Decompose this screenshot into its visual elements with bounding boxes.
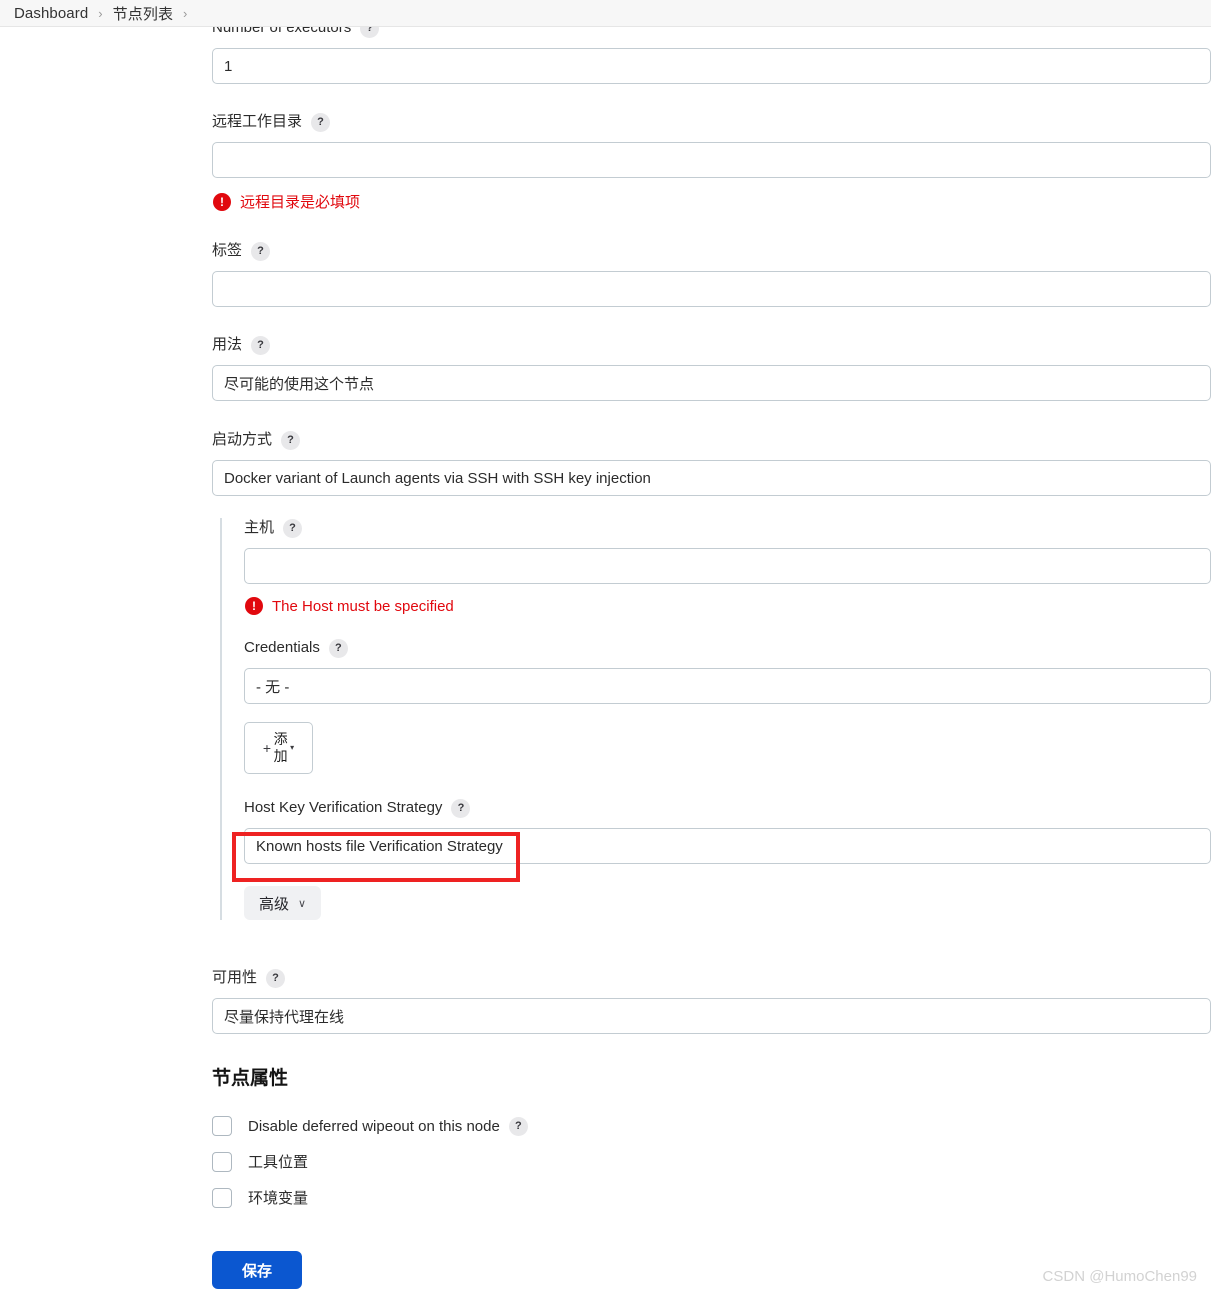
select-launch-method[interactable]: Docker variant of Launch agents via SSH …	[212, 460, 1211, 496]
advanced-label: 高级	[259, 895, 290, 913]
select-availability[interactable]: 尽量保持代理在线	[212, 998, 1211, 1034]
input-labels[interactable]	[212, 271, 1211, 307]
error-remote-root-directory: ! 远程目录是必填项	[212, 191, 1211, 212]
label-text: 可用性	[212, 969, 258, 986]
help-icon[interactable]: ?	[451, 798, 471, 818]
breadcrumb-item-dashboard[interactable]: Dashboard	[14, 5, 88, 22]
breadcrumb-item-nodes[interactable]: 节点列表	[113, 3, 173, 24]
help-icon[interactable]: ?	[251, 241, 271, 261]
breadcrumb: Dashboard › 节点列表 ›	[0, 0, 1211, 27]
plus-icon: +	[262, 740, 272, 756]
chevron-down-icon: ∨	[298, 897, 307, 910]
watermark: CSDN @HumoChen99	[1042, 1268, 1197, 1285]
label-credentials: Credentials ?	[244, 638, 1211, 658]
node-properties-title: 节点属性	[212, 1068, 289, 1089]
error-icon: !	[213, 192, 231, 211]
checkbox-row-disable-deferred-wipeout[interactable]: Disable deferred wipeout on this node ?	[212, 1116, 1211, 1136]
help-icon[interactable]: ?	[311, 112, 331, 132]
breadcrumb-separator-icon-2: ›	[183, 5, 188, 21]
label-labels: 标签 ?	[212, 241, 1211, 261]
form-actions: 保存	[212, 1251, 302, 1289]
label-host: 主机 ?	[244, 518, 1211, 538]
error-icon: !	[245, 597, 263, 615]
node-properties-section: 节点属性 Disable deferred wipeout on this no…	[212, 1063, 1211, 1208]
save-button[interactable]: 保存	[212, 1251, 302, 1289]
checkbox-row-tool-locations[interactable]: 工具位置	[212, 1151, 1211, 1172]
field-availability: 可用性 ? 尽量保持代理在线	[212, 968, 1211, 1034]
label-text: 启动方式	[212, 431, 273, 448]
field-host-key-verification-strategy: Host Key Verification Strategy ? Known h…	[244, 798, 1211, 864]
help-icon[interactable]: ?	[281, 430, 301, 450]
error-text: The Host must be specified	[272, 597, 454, 615]
breadcrumb-separator-icon: ›	[98, 5, 103, 21]
error-text: 远程目录是必填项	[240, 194, 361, 211]
input-remote-root-directory[interactable]	[212, 142, 1211, 178]
field-credentials: Credentials ? - 无 -	[244, 638, 1211, 704]
checkbox-label: Disable deferred wipeout on this node ?	[248, 1116, 528, 1136]
label-host-key-verification-strategy: Host Key Verification Strategy ?	[244, 798, 1211, 818]
checkbox-disable-deferred-wipeout[interactable]	[212, 1116, 232, 1136]
field-host: 主机 ? ! The Host must be specified	[244, 518, 1211, 615]
label-text: Credentials	[244, 639, 320, 656]
checkbox-label-text: Disable deferred wipeout on this node	[248, 1117, 500, 1135]
select-host-key-verification-strategy[interactable]: Known hosts file Verification Strategy	[244, 828, 1211, 864]
checkbox-environment-variables[interactable]	[212, 1187, 232, 1208]
field-remote-root-directory: 远程工作目录 ? ! 远程目录是必填项	[212, 112, 1211, 212]
label-text: 标签	[212, 242, 243, 259]
caret-down-icon: ▾	[290, 743, 295, 752]
label-launch-method: 启动方式 ?	[212, 430, 1211, 450]
ssh-launcher-section: 主机 ? ! The Host must be specified Creden…	[220, 518, 1211, 920]
field-launch-method: 启动方式 ? Docker variant of Launch agents v…	[212, 430, 1211, 496]
help-icon[interactable]: ?	[251, 335, 271, 355]
label-text: Host Key Verification Strategy	[244, 799, 443, 816]
label-availability: 可用性 ?	[212, 968, 1211, 988]
label-text: 主机	[244, 519, 275, 536]
add-credentials-label: 添加	[273, 731, 288, 764]
checkbox-label-text: 工具位置	[248, 1154, 309, 1171]
field-labels: 标签 ?	[212, 241, 1211, 307]
select-credentials[interactable]: - 无 -	[244, 668, 1211, 704]
checkbox-tool-locations[interactable]	[212, 1151, 232, 1172]
checkbox-label-text: 环境变量	[248, 1190, 309, 1207]
input-number-of-executors[interactable]: 1	[212, 48, 1211, 84]
checkbox-row-environment-variables[interactable]: 环境变量	[212, 1187, 1211, 1208]
checkbox-label: 工具位置	[248, 1151, 308, 1172]
field-number-of-executors: Number of executors ? 1	[212, 18, 1211, 84]
checkbox-label: 环境变量	[248, 1187, 308, 1208]
label-text: 远程工作目录	[212, 113, 303, 130]
help-icon[interactable]: ?	[508, 1116, 528, 1136]
label-text: 用法	[212, 336, 243, 353]
label-usage: 用法 ?	[212, 335, 1211, 355]
help-icon[interactable]: ?	[283, 518, 303, 538]
error-host: ! The Host must be specified	[244, 597, 1211, 615]
label-remote-root-directory: 远程工作目录 ?	[212, 112, 1211, 132]
help-icon[interactable]: ?	[328, 638, 348, 658]
add-credentials-button[interactable]: + 添加 ▾	[244, 722, 313, 774]
help-icon[interactable]: ?	[266, 968, 286, 988]
advanced-button[interactable]: 高级 ∨	[244, 886, 322, 920]
select-usage[interactable]: 尽可能的使用这个节点	[212, 365, 1211, 401]
input-host[interactable]	[244, 548, 1211, 584]
field-usage: 用法 ? 尽可能的使用这个节点	[212, 335, 1211, 401]
